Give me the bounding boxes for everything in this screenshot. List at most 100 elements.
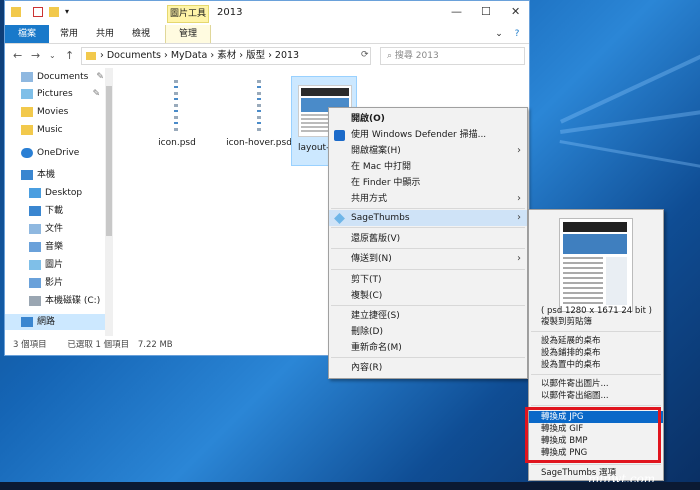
pin-icon: ✎ xyxy=(92,89,101,99)
menu-item-open-with[interactable]: 開啟檔案(H) › xyxy=(329,143,527,159)
menu-item-label: 剪下(T) xyxy=(351,275,382,285)
menu-item-send-to[interactable]: 傳送到(N) › xyxy=(329,251,527,267)
back-button[interactable]: ← xyxy=(13,49,22,62)
chevron-right-icon: › xyxy=(517,193,521,204)
menu-separator xyxy=(331,227,525,228)
address-bar[interactable]: › Documents › MyData › 素材 › 版型 › 2013 xyxy=(81,47,371,65)
menu-item-show-in-finder[interactable]: 在 Finder 中顯示 xyxy=(329,175,527,191)
recent-locations-icon[interactable]: ⌄ xyxy=(49,51,56,60)
forward-button[interactable]: → xyxy=(31,49,40,62)
sidebar-item-music-pc[interactable]: 音樂 xyxy=(29,239,63,255)
computer-icon xyxy=(21,169,33,180)
address-row: ← → ⌄ ↑ › Documents › MyData › 素材 › 版型 ›… xyxy=(5,44,529,68)
sidebar-item-pictures-pc[interactable]: 圖片 xyxy=(29,257,63,273)
file-item[interactable]: icon.psd xyxy=(141,76,213,158)
documents-icon xyxy=(29,223,41,234)
sidebar-item-documents-pc[interactable]: 文件 xyxy=(29,221,63,237)
menu-item-defender-scan[interactable]: 使用 Windows Defender 掃描... xyxy=(329,127,527,143)
sidebar-item-music[interactable]: Music xyxy=(21,122,63,138)
tab-home[interactable]: 常用 xyxy=(51,25,87,43)
pin-icon: ✎ xyxy=(96,72,104,82)
menu-item-properties[interactable]: 內容(R) xyxy=(329,360,527,376)
menu-item-mail-thumbnail[interactable]: 以郵件寄出縮圖... xyxy=(529,390,663,402)
menu-item-sagethumbs[interactable]: SageThumbs › xyxy=(329,210,527,226)
checkbox-icon[interactable] xyxy=(33,7,43,17)
menu-item-create-shortcut[interactable]: 建立捷徑(S) xyxy=(329,308,527,324)
sidebar-item-movies[interactable]: Movies xyxy=(21,104,68,120)
shield-icon xyxy=(334,130,345,141)
ribbon-tabs: 檔案 常用 共用 檢視 管理 ⌄ ? xyxy=(5,25,529,44)
sidebar-item-downloads[interactable]: 下載 xyxy=(29,203,63,219)
menu-item-mail-image[interactable]: 以郵件寄出圖片... xyxy=(529,378,663,390)
item-count: 3 個項目 xyxy=(13,340,47,350)
new-folder-icon[interactable] xyxy=(49,7,59,17)
menu-item-label: 刪除(D) xyxy=(351,327,383,337)
sidebar-item-documents[interactable]: Documents ✎ xyxy=(21,69,104,85)
file-item[interactable]: icon-hover.psd xyxy=(217,76,301,158)
tab-manage[interactable]: 管理 xyxy=(165,25,211,43)
sidebar-item-network[interactable]: 網路 xyxy=(5,314,105,330)
menu-item-label: 開啟檔案(H) xyxy=(351,146,401,156)
sidebar-item-onedrive[interactable]: OneDrive xyxy=(21,145,79,161)
cloud-icon xyxy=(21,147,33,158)
selected-count: 已選取 1 個項目 xyxy=(67,340,130,350)
up-button[interactable]: ↑ xyxy=(65,49,74,62)
menu-item-open-in-mac[interactable]: 在 Mac 中打開 xyxy=(329,159,527,175)
sidebar-item-label: 影片 xyxy=(45,278,64,288)
folder-icon xyxy=(11,7,21,17)
menu-item-wallpaper-tile[interactable]: 設為鋪排的桌布 xyxy=(529,347,663,359)
scrollbar-thumb[interactable] xyxy=(106,86,112,236)
tab-view[interactable]: 檢視 xyxy=(123,25,159,43)
file-thumbnail xyxy=(174,80,178,134)
customize-quick-access-icon[interactable]: ▾ xyxy=(65,7,75,17)
refresh-button[interactable]: ⟳ xyxy=(361,50,369,60)
search-icon: ⌕ xyxy=(387,51,393,61)
menu-item-copy[interactable]: 複製(C) xyxy=(329,288,527,304)
menu-item-label: 在 Finder 中顯示 xyxy=(351,178,421,188)
preview-text xyxy=(563,257,603,305)
window-title: 2013 xyxy=(217,7,243,18)
menu-item-label: 在 Mac 中打開 xyxy=(351,162,411,172)
tab-share[interactable]: 共用 xyxy=(87,25,123,43)
maximize-button[interactable]: ☐ xyxy=(481,5,491,18)
thumb-header xyxy=(301,88,349,96)
menu-item-label: 共用方式 xyxy=(351,194,388,204)
sidebar-scrollbar[interactable] xyxy=(105,68,113,336)
sidebar-item-desktop[interactable]: Desktop xyxy=(29,185,82,201)
title-bar: ▾ 圖片工具 2013 — ☐ ✕ xyxy=(5,1,529,25)
breadcrumb-item[interactable]: 素材 xyxy=(217,50,236,61)
sidebar-item-label: 文件 xyxy=(45,224,64,234)
breadcrumb-separator: › xyxy=(100,50,107,61)
menu-item-copy-to-clipboard[interactable]: 複製到剪貼簿 xyxy=(529,316,663,328)
menu-item-open[interactable]: 開啟(O) xyxy=(329,111,527,127)
menu-item-label: 重新命名(M) xyxy=(351,343,402,353)
menu-item-share-with[interactable]: 共用方式 › xyxy=(329,191,527,207)
menu-item-label: 複製(C) xyxy=(351,291,383,301)
search-input[interactable]: ⌕ 搜尋 2013 xyxy=(380,47,525,65)
sidebar-item-local-disk[interactable]: 本機磁碟 (C:) xyxy=(29,293,100,309)
breadcrumb-item[interactable]: MyData xyxy=(171,50,208,61)
breadcrumb-item[interactable]: Documents xyxy=(107,50,161,61)
menu-item-wallpaper-center[interactable]: 設為置中的桌布 xyxy=(529,359,663,371)
menu-item-wallpaper-stretch[interactable]: 設為延展的桌布 xyxy=(529,335,663,347)
chevron-right-icon: › xyxy=(517,145,521,156)
sidebar-item-pictures[interactable]: Pictures ✎ xyxy=(21,86,100,102)
menu-item-restore-previous[interactable]: 還原舊版(V) xyxy=(329,231,527,247)
sagethumbs-icon xyxy=(334,213,345,224)
close-button[interactable]: ✕ xyxy=(511,5,520,18)
context-menu: 開啟(O) 使用 Windows Defender 掃描... 開啟檔案(H) ›… xyxy=(328,107,528,379)
tab-file[interactable]: 檔案 xyxy=(5,25,49,43)
help-icon[interactable]: ? xyxy=(509,25,525,43)
sidebar-item-this-pc[interactable]: 本機 xyxy=(21,167,55,183)
breadcrumb-item[interactable]: 版型 xyxy=(246,50,265,61)
breadcrumb-separator: › xyxy=(207,50,218,61)
menu-item-label: 開啟(O) xyxy=(351,114,385,124)
menu-item-delete[interactable]: 刪除(D) xyxy=(329,324,527,340)
minimize-button[interactable]: — xyxy=(451,5,462,18)
music-icon xyxy=(29,241,41,252)
menu-item-rename[interactable]: 重新命名(M) xyxy=(329,340,527,356)
ribbon-expand-icon[interactable]: ⌄ xyxy=(491,25,507,43)
breadcrumb-item[interactable]: 2013 xyxy=(275,50,299,61)
sidebar-item-videos[interactable]: 影片 xyxy=(29,275,63,291)
menu-item-cut[interactable]: 剪下(T) xyxy=(329,272,527,288)
